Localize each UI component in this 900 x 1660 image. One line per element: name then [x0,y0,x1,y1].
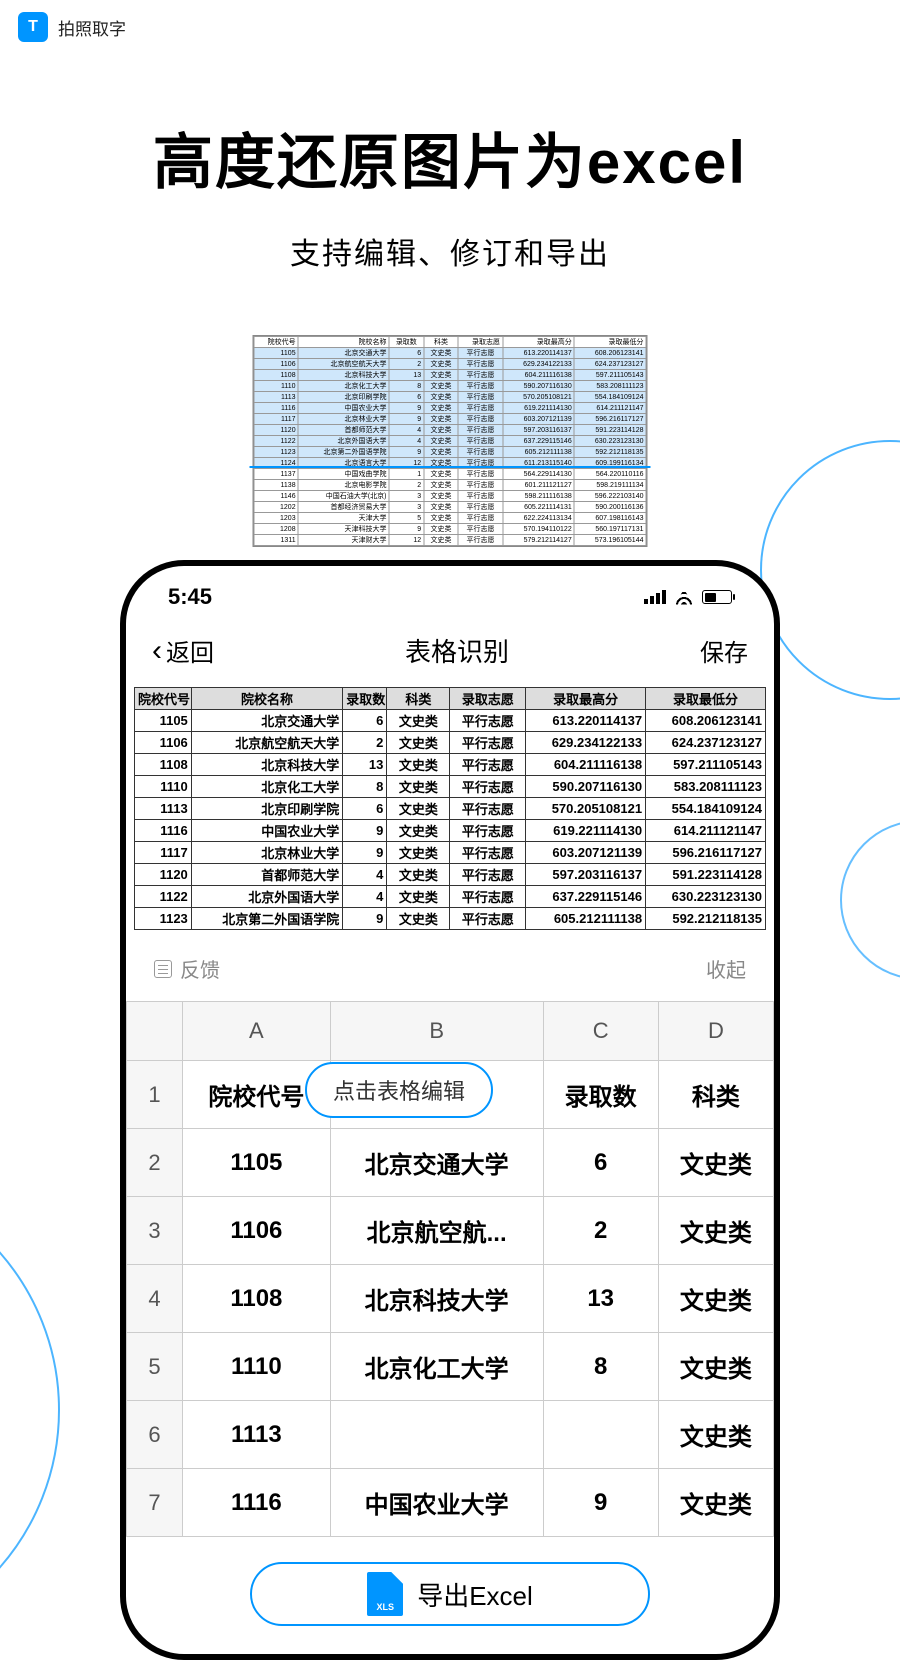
grid-cell[interactable]: 文史类 [658,1197,773,1265]
grid-col-header[interactable]: D [658,1002,773,1061]
hero-title: 高度还原图片为excel [0,114,900,201]
grid-row-number[interactable]: 4 [127,1265,183,1333]
decor-curve [760,440,900,700]
decor-curve [0,1170,60,1650]
feedback-label: 反馈 [180,954,220,983]
export-label: 导出Excel [417,1576,533,1613]
grid-row-number[interactable]: 5 [127,1333,183,1401]
decor-curve [840,820,900,980]
xls-file-icon [367,1572,403,1616]
page-title: 表格识别 [405,632,509,669]
grid-cell[interactable]: 文史类 [658,1265,773,1333]
grid-cell[interactable]: 科类 [658,1061,773,1129]
grid-col-header[interactable]: A [183,1002,331,1061]
nav-bar: ‹ 返回 表格识别 保存 [126,620,774,687]
wifi-icon [674,590,694,605]
back-label: 返回 [166,633,214,668]
save-button[interactable]: 保存 [700,633,748,668]
grid-cell[interactable]: 1116 [183,1469,331,1537]
scan-line [250,466,651,468]
grid-cell[interactable]: 13 [543,1265,658,1333]
app-topbar: T 拍照取字 [0,0,900,54]
grid-row-number[interactable]: 3 [127,1197,183,1265]
grid-cell[interactable]: 文史类 [658,1469,773,1537]
grid-row-number[interactable]: 7 [127,1469,183,1537]
grid-cell[interactable]: 6 [543,1129,658,1197]
grid-col-header[interactable]: B [330,1002,543,1061]
feedback-button[interactable]: 反馈 [154,954,220,983]
battery-icon [702,590,732,604]
grid-col-header[interactable]: C [543,1002,658,1061]
grid-cell[interactable]: 1110 [183,1333,331,1401]
grid-cell[interactable]: 北京科技大学 [330,1265,543,1333]
grid-cell[interactable]: 北京交通大学 [330,1129,543,1197]
grid-cell[interactable]: 录取数 [543,1061,658,1129]
grid-cell[interactable]: 中国农业大学 [330,1469,543,1537]
grid-cell[interactable]: 8 [543,1333,658,1401]
background-source-table: 院校代号院校名称录取数科类录取志愿录取最高分录取最低分1105北京交通大学6文史… [253,335,648,547]
app-logo: T [18,12,48,42]
grid-cell[interactable]: 文史类 [658,1401,773,1469]
grid-cell[interactable]: 9 [543,1469,658,1537]
grid-cell[interactable] [330,1401,543,1469]
grid-cell[interactable]: 1108 [183,1265,331,1333]
chevron-left-icon: ‹ [152,634,162,668]
grid-cell[interactable]: 1113 [183,1401,331,1469]
grid-row-number[interactable]: 1 [127,1061,183,1129]
signal-icon [644,590,666,604]
hero-subtitle: 支持编辑、修订和导出 [0,229,900,273]
app-name: 拍照取字 [58,15,126,40]
export-excel-button[interactable]: 导出Excel [250,1562,650,1626]
back-button[interactable]: ‹ 返回 [152,633,214,668]
grid-row-number[interactable]: 2 [127,1129,183,1197]
grid-cell[interactable]: 1105 [183,1129,331,1197]
grid-cell[interactable]: 1106 [183,1197,331,1265]
edit-hint-bubble[interactable]: 点击表格编辑 [305,1062,493,1118]
status-bar: 5:45 [126,566,774,620]
recognized-raw-table: 院校代号院校名称录取数科类录取志愿录取最高分录取最低分1105北京交通大学6文史… [126,687,774,930]
grid-cell[interactable]: 文史类 [658,1129,773,1197]
grid-cell[interactable]: 2 [543,1197,658,1265]
grid-row-number[interactable]: 6 [127,1401,183,1469]
list-icon [154,960,172,978]
grid-cell[interactable]: 北京航空航... [330,1197,543,1265]
grid-cell[interactable] [543,1401,658,1469]
status-time: 5:45 [168,584,212,610]
grid-cell[interactable]: 北京化工大学 [330,1333,543,1401]
collapse-button[interactable]: 收起 [706,954,746,983]
feedback-bar: 反馈 收起 [126,930,774,1001]
grid-cell[interactable]: 文史类 [658,1333,773,1401]
